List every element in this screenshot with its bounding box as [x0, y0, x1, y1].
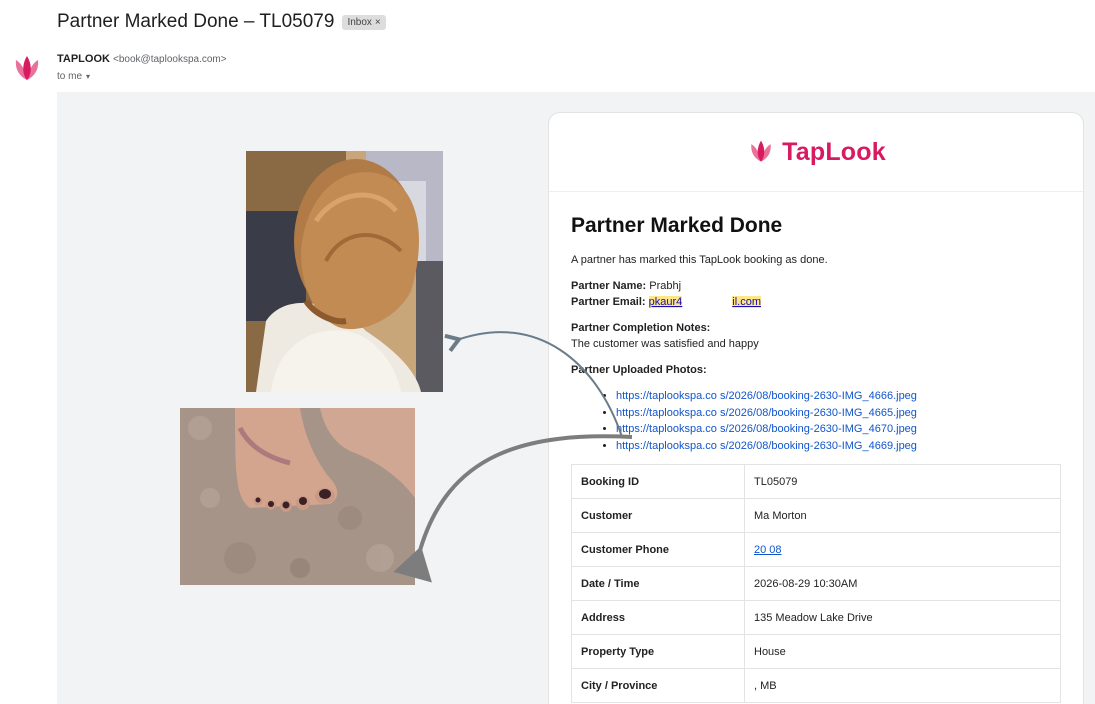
lotus-icon — [751, 140, 771, 162]
table-row: Property Type House — [571, 634, 1061, 669]
notes-value: The customer was satisfied and happy — [571, 338, 759, 350]
list-item: https://taplookspa.cos/2026/08/booking-2… — [616, 421, 1061, 438]
partner-name-value: Prabhj — [649, 280, 682, 292]
list-item: https://taplookspa.cos/2026/08/booking-2… — [616, 405, 1061, 422]
photo-link[interactable]: https://taplookspa.co s/2026/08/booking-2… — [616, 390, 917, 402]
table-row: Customer Ma Morton — [571, 498, 1061, 533]
table-row: City / Province, MB — [571, 668, 1061, 703]
table-value: Ma Morton — [744, 498, 1061, 533]
table-row: Customer Phone 20 08 — [571, 532, 1061, 567]
table-key: City / Province — [571, 668, 745, 703]
photos-label: Partner Uploaded Photos: — [571, 364, 707, 376]
hair-styled-photo[interactable] — [246, 151, 443, 392]
list-item: https://taplookspa.cos/2026/08/booking-2… — [616, 388, 1061, 405]
table-row: Address 135 Meadow Lake Drive — [571, 600, 1061, 635]
table-key: Address — [571, 600, 745, 635]
brand-logo[interactable]: TapLook — [746, 138, 886, 167]
booking-details-table: Booking ID TL05079 Customer Ma Morton Cust… — [571, 464, 1061, 703]
partner-name-line: Partner Name: Prabhj — [571, 278, 1061, 294]
partner-email-label: Partner Email: — [571, 296, 646, 308]
table-row: Date / Time 2026-08-29 10:30AM — [571, 566, 1061, 601]
table-row: Booking ID TL05079 — [571, 464, 1061, 499]
list-item: https://taplookspa.cos/2026/08/booking-2… — [616, 438, 1061, 455]
subject-row: Partner Marked Done – TL05079 Inbox × — [57, 11, 386, 33]
pedicure-feet-photo[interactable] — [180, 408, 415, 585]
photo-link[interactable]: https://taplookspa.co s/2026/08/booking-2… — [616, 440, 917, 452]
sender-line: TAPLOOK <book@taplookspa.com> — [57, 53, 227, 65]
table-value: , MB — [744, 668, 1061, 703]
partner-email-line: Partner Email: pkaur4 il.com — [571, 294, 1061, 310]
notes-label: Partner Completion Notes: — [571, 322, 711, 334]
customer-phone-link[interactable]: 20 08 — [754, 544, 782, 556]
photo-link[interactable]: https://taplookspa.co s/2026/08/booking-2… — [616, 423, 917, 435]
sender-name[interactable]: TAPLOOK — [57, 53, 110, 65]
inbox-label-text: Inbox — [347, 16, 372, 28]
card-content: Partner Marked Done A partner has marked… — [549, 214, 1083, 703]
brand-name: TapLook — [782, 137, 886, 166]
card-title: Partner Marked Done — [571, 214, 783, 237]
table-key: Customer — [571, 498, 745, 533]
chevron-down-icon: ▾ — [86, 72, 91, 81]
table-value: TL05079 — [744, 464, 1061, 499]
table-key: Customer Phone — [571, 532, 745, 567]
table-key: Booking ID — [571, 464, 745, 499]
table-value: 2026-08-29 10:30AM — [744, 566, 1061, 601]
card-header: TapLook — [549, 113, 1083, 192]
table-key: Property Type — [571, 634, 745, 669]
recipient-dropdown[interactable]: to me ▾ — [57, 71, 90, 82]
table-key: Date / Time — [571, 566, 745, 601]
sender-email: <book@taplookspa.com> — [113, 54, 227, 65]
table-value: 135 Meadow Lake Drive — [744, 600, 1061, 635]
email-body: TapLook Partner Marked Done A partner ha… — [57, 92, 1095, 704]
photo-links-list: https://taplookspa.cos/2026/08/booking-2… — [571, 388, 1061, 454]
taplook-logo-avatar[interactable] — [10, 53, 44, 85]
notification-card: TapLook Partner Marked Done A partner ha… — [548, 112, 1084, 704]
intro-text: A partner has marked this TapLook bookin… — [571, 254, 828, 266]
partner-email-link-start[interactable]: pkaur4 — [648, 296, 683, 308]
recipient-text: to me — [57, 71, 83, 82]
table-value: House — [744, 634, 1061, 669]
partner-email-link-end[interactable]: il.com — [732, 296, 762, 308]
inbox-label-chip[interactable]: Inbox × — [342, 14, 386, 30]
remove-label-icon[interactable]: × — [375, 17, 381, 28]
email-subject: Partner Marked Done – TL05079 — [57, 11, 335, 32]
photo-link[interactable]: https://taplookspa.co s/2026/08/booking-2… — [616, 407, 917, 419]
partner-name-label: Partner Name: — [571, 280, 647, 292]
